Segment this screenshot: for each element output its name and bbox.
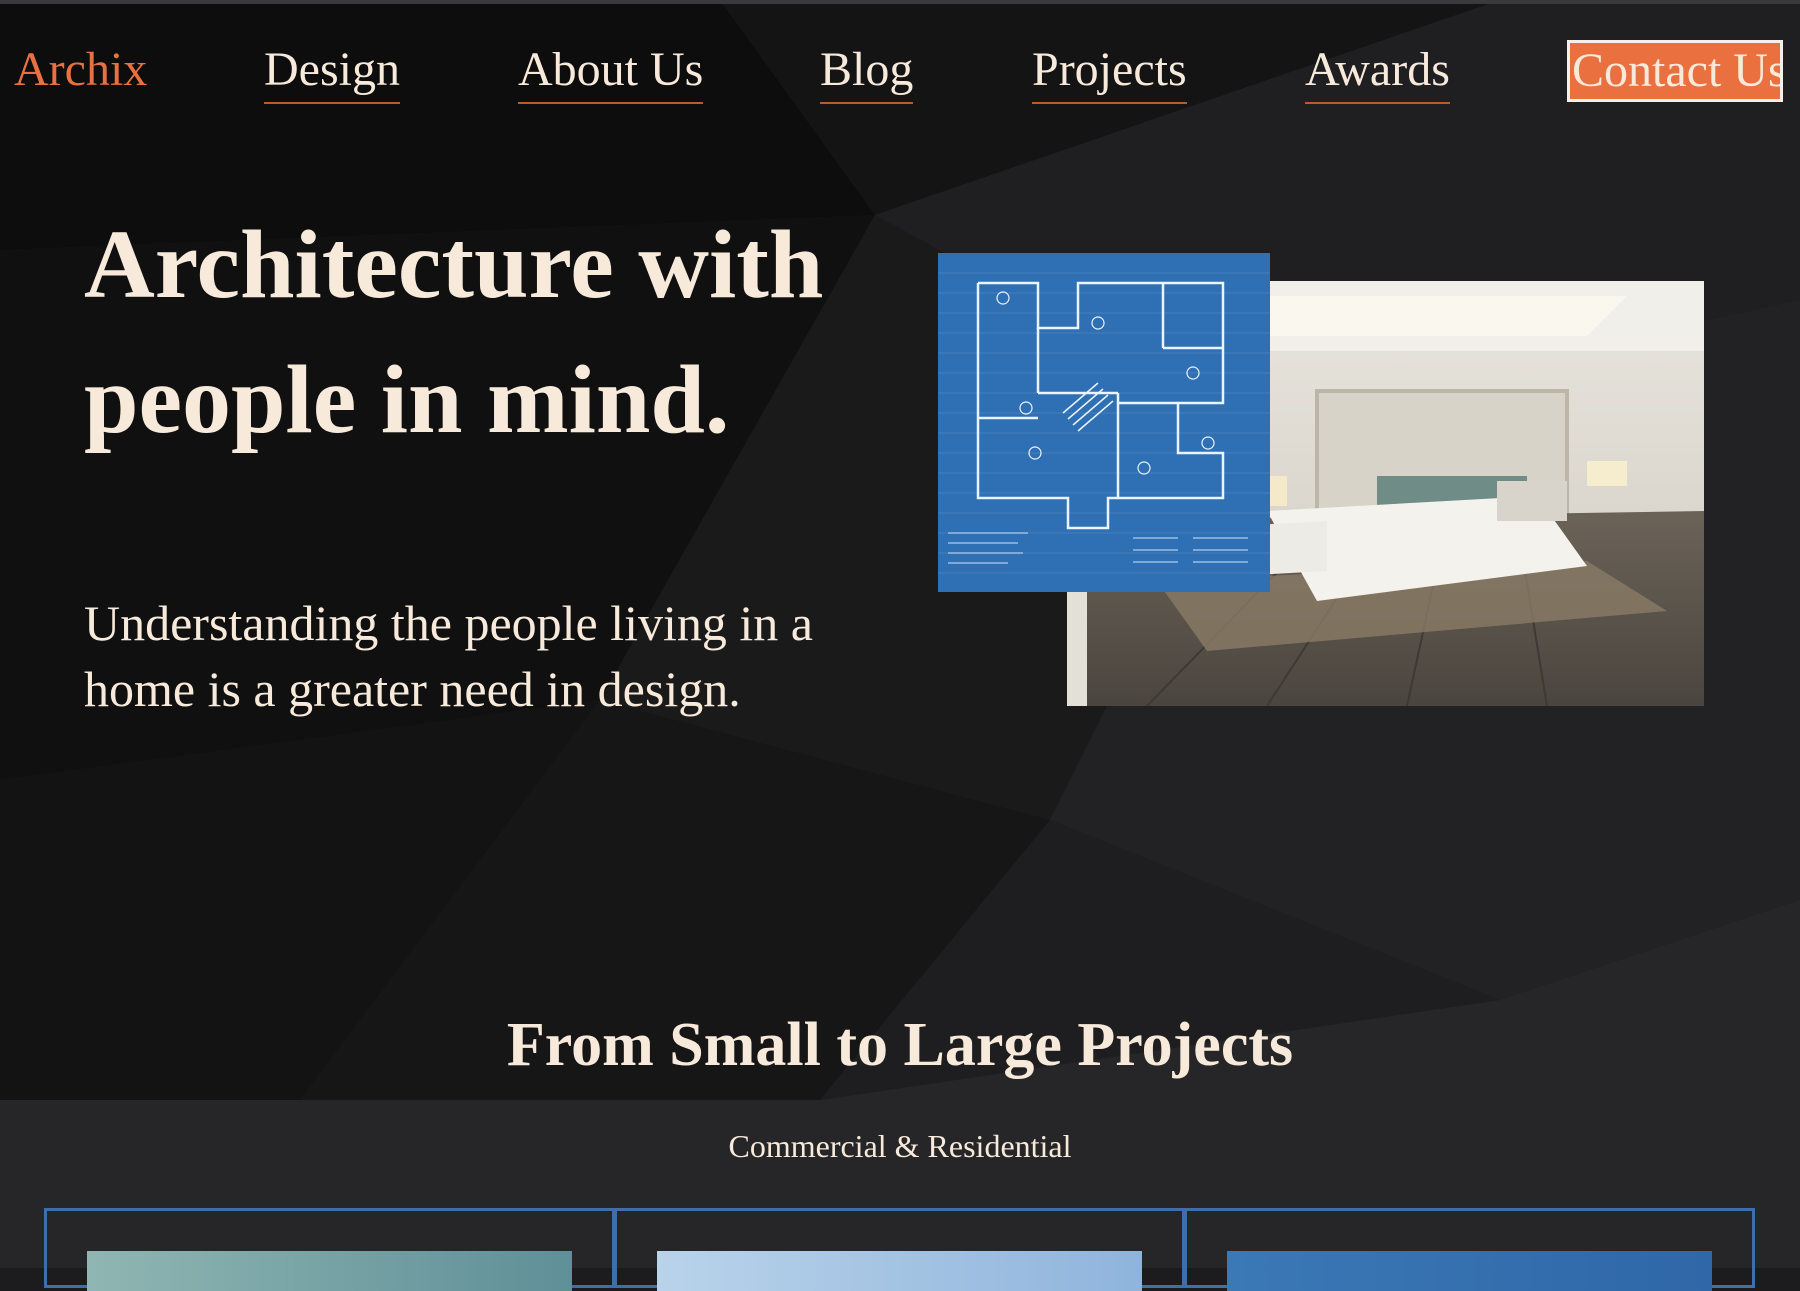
project-card[interactable] (614, 1208, 1185, 1291)
project-card[interactable] (1184, 1208, 1755, 1291)
section-subtitle: Commercial & Residential (728, 1128, 1072, 1164)
nav-link-blog[interactable]: Blog (820, 40, 914, 104)
window-top-edge (0, 0, 1800, 4)
nav-link-design[interactable]: Design (264, 40, 400, 104)
project-card-image (1227, 1251, 1712, 1291)
nav-link-projects[interactable]: Projects (1032, 40, 1187, 104)
brand-logo[interactable]: Archix (14, 40, 147, 100)
section-title: From Small to Large Projects (506, 1011, 1294, 1079)
top-navigation: Archix Design About Us Blog Projects Awa… (0, 0, 1800, 120)
project-card[interactable] (44, 1208, 615, 1291)
project-card-image (657, 1251, 1142, 1291)
hero-title: Architecture with people in mind. (84, 211, 824, 454)
contact-us-button[interactable]: Contact Us (1567, 40, 1783, 102)
hero-subtitle: Understanding the people living in a hom… (84, 595, 814, 717)
nav-link-awards[interactable]: Awards (1305, 40, 1450, 104)
project-card-image (87, 1251, 572, 1291)
blueprint-floorplan-image (938, 253, 1270, 592)
nav-link-about-us[interactable]: About Us (518, 40, 704, 104)
